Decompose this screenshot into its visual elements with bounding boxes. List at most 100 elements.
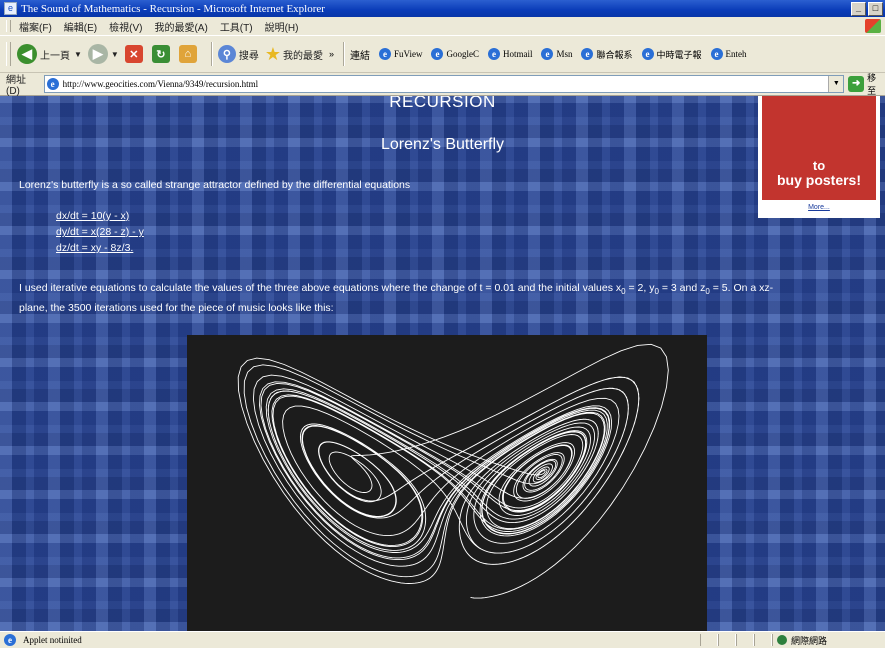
link-label: 聯合報系 <box>596 49 633 60</box>
go-button[interactable]: 移至 <box>867 71 885 97</box>
equation-dx: dx/dt = 10(y - x) <box>56 208 144 224</box>
subscript: 0 <box>654 287 659 297</box>
back-dropdown-icon[interactable]: ▼ <box>74 50 82 59</box>
favorites-label: 我的最愛 <box>282 50 323 62</box>
status-pane <box>736 634 754 646</box>
ie-page-icon: e <box>641 48 654 60</box>
status-pane <box>700 634 718 646</box>
link-label: 中時電子報 <box>656 49 702 60</box>
link-label: Msn <box>556 49 573 59</box>
link-googlec[interactable]: e GoogleC <box>431 48 479 60</box>
lorenz-trajectory <box>237 343 669 599</box>
toolbar-grip[interactable] <box>6 20 11 32</box>
ie-page-icon: e <box>710 48 723 60</box>
address-input[interactable] <box>62 79 823 89</box>
address-label: 網址(D) <box>6 75 26 97</box>
link-label: Enteh <box>725 49 747 59</box>
forward-dropdown-icon[interactable]: ▼ <box>111 50 119 59</box>
window-title-bar[interactable]: e The Sound of Mathematics - Recursion -… <box>0 0 885 17</box>
ad-text-line2: buy posters! <box>776 172 861 188</box>
link-chinatimes[interactable]: e 中時電子報 <box>641 48 702 61</box>
method-paragraph-line2: plane, the 3500 iterations used for the … <box>19 302 334 314</box>
link-udn[interactable]: e 聯合報系 <box>581 48 633 61</box>
status-text: Applet notinited <box>23 635 82 645</box>
menu-help[interactable]: 說明(H) <box>265 19 299 34</box>
ie-page-icon: e <box>541 48 554 60</box>
status-bar: e Applet notinited 網際網路 <box>0 631 885 648</box>
zone-label: 網際網路 <box>791 635 828 646</box>
equation-dy: dy/dt = x(28 - z) - y <box>56 224 144 240</box>
link-hotmail[interactable]: e Hotmail <box>487 48 533 60</box>
favorites-star-icon: ★ <box>264 43 281 64</box>
subscript: 0 <box>705 287 710 297</box>
forward-button[interactable]: ▶ ▼ <box>87 44 119 64</box>
stop-button[interactable]: ✕ <box>124 45 146 63</box>
maximize-button[interactable]: □ <box>868 1 883 16</box>
toolbar-separator <box>210 42 213 66</box>
menu-tools[interactable]: 工具(T) <box>220 19 253 34</box>
link-label: Hotmail <box>502 49 533 59</box>
favorites-button[interactable]: ★ 我的最愛 <box>265 44 323 65</box>
refresh-button[interactable]: ↻ <box>151 45 173 63</box>
window-title: The Sound of Mathematics - Recursion - M… <box>21 2 325 15</box>
link-label: GoogleC <box>446 49 479 59</box>
home-icon: ⌂ <box>178 45 197 63</box>
equation-text: dz/dt = xy - 8z/3. <box>56 242 134 254</box>
home-button[interactable]: ⌂ <box>178 45 200 63</box>
minimize-button[interactable]: _ <box>851 1 866 16</box>
address-dropdown-icon[interactable]: ▼ <box>828 76 844 92</box>
ie-page-icon: e <box>431 48 444 60</box>
back-button[interactable]: ◀ 上一頁 ▼ <box>17 44 82 64</box>
toolbar-overflow-icon[interactable]: » <box>329 49 334 59</box>
equation-text: dx/dt = 10(y - x) <box>56 210 130 222</box>
link-label: FuView <box>394 49 423 59</box>
status-pane <box>718 634 736 646</box>
search-button[interactable]: ⚲ 搜尋 <box>217 45 259 63</box>
ie-page-icon: e <box>581 48 594 60</box>
toolbar-separator <box>343 42 345 66</box>
method-paragraph: I used iterative equations to calculate … <box>19 279 864 301</box>
windows-logo-icon <box>865 19 881 33</box>
equation-text: dy/dt = x(28 - z) - y <box>56 226 144 238</box>
menu-edit[interactable]: 編輯(E) <box>64 19 97 34</box>
poster-ad[interactable]: to buy posters! More... <box>758 96 880 218</box>
back-label: 上一頁 <box>40 50 70 62</box>
links-label: 連結 <box>350 50 370 62</box>
ad-text-line1: to <box>812 158 826 173</box>
internet-globe-icon <box>777 635 787 645</box>
method-text: = 5. On a xz- <box>712 282 774 294</box>
security-zone[interactable]: 網際網路 <box>772 634 885 646</box>
link-fuview[interactable]: e FuView <box>379 48 422 60</box>
subscript: 0 <box>621 287 626 297</box>
address-bar: 網址(D) e ▼ ➜ 移至 <box>0 71 885 97</box>
menu-favorites[interactable]: 我的最愛(A) <box>154 19 207 34</box>
toolbar-grip[interactable] <box>6 42 11 66</box>
stop-icon: ✕ <box>124 45 143 63</box>
go-arrow-icon[interactable]: ➜ <box>848 76 865 92</box>
link-msn[interactable]: e Msn <box>541 48 572 60</box>
equation-list: dx/dt = 10(y - x) dy/dt = x(28 - z) - y … <box>56 208 144 256</box>
menu-bar: 檔案(F) 編輯(E) 檢視(V) 我的最愛(A) 工具(T) 說明(H) <box>0 17 885 36</box>
menu-view[interactable]: 檢視(V) <box>109 19 142 34</box>
refresh-icon: ↻ <box>151 45 170 63</box>
search-icon: ⚲ <box>217 45 236 63</box>
status-pane <box>754 634 772 646</box>
ie-page-icon: e <box>487 48 500 60</box>
page-subtitle: Lorenz's Butterfly <box>380 136 505 153</box>
status-page-icon: e <box>4 634 16 646</box>
lorenz-applet[interactable] <box>187 335 707 631</box>
link-enteh[interactable]: e Enteh <box>710 48 747 60</box>
address-field[interactable]: e ▼ <box>43 75 845 93</box>
search-label: 搜尋 <box>238 50 259 62</box>
ie-page-icon: e <box>46 78 59 90</box>
page-title: RECURSION <box>389 96 496 111</box>
standard-toolbar: ◀ 上一頁 ▼ ▶ ▼ ✕ ↻ ⌂ ⚲ 搜尋 ★ 我的最愛 » 連結 e FuVi… <box>0 36 885 73</box>
equation-dz: dz/dt = xy - 8z/3. <box>56 240 144 256</box>
forward-arrow-icon: ▶ <box>87 44 108 64</box>
lorenz-attractor-plot <box>237 343 669 599</box>
ad-more-link[interactable]: More... <box>758 204 880 211</box>
ad-banner[interactable]: to buy posters! <box>762 96 876 200</box>
menu-file[interactable]: 檔案(F) <box>19 19 52 34</box>
ie-page-icon: e <box>379 48 391 60</box>
method-text: = 2, y <box>628 282 655 294</box>
